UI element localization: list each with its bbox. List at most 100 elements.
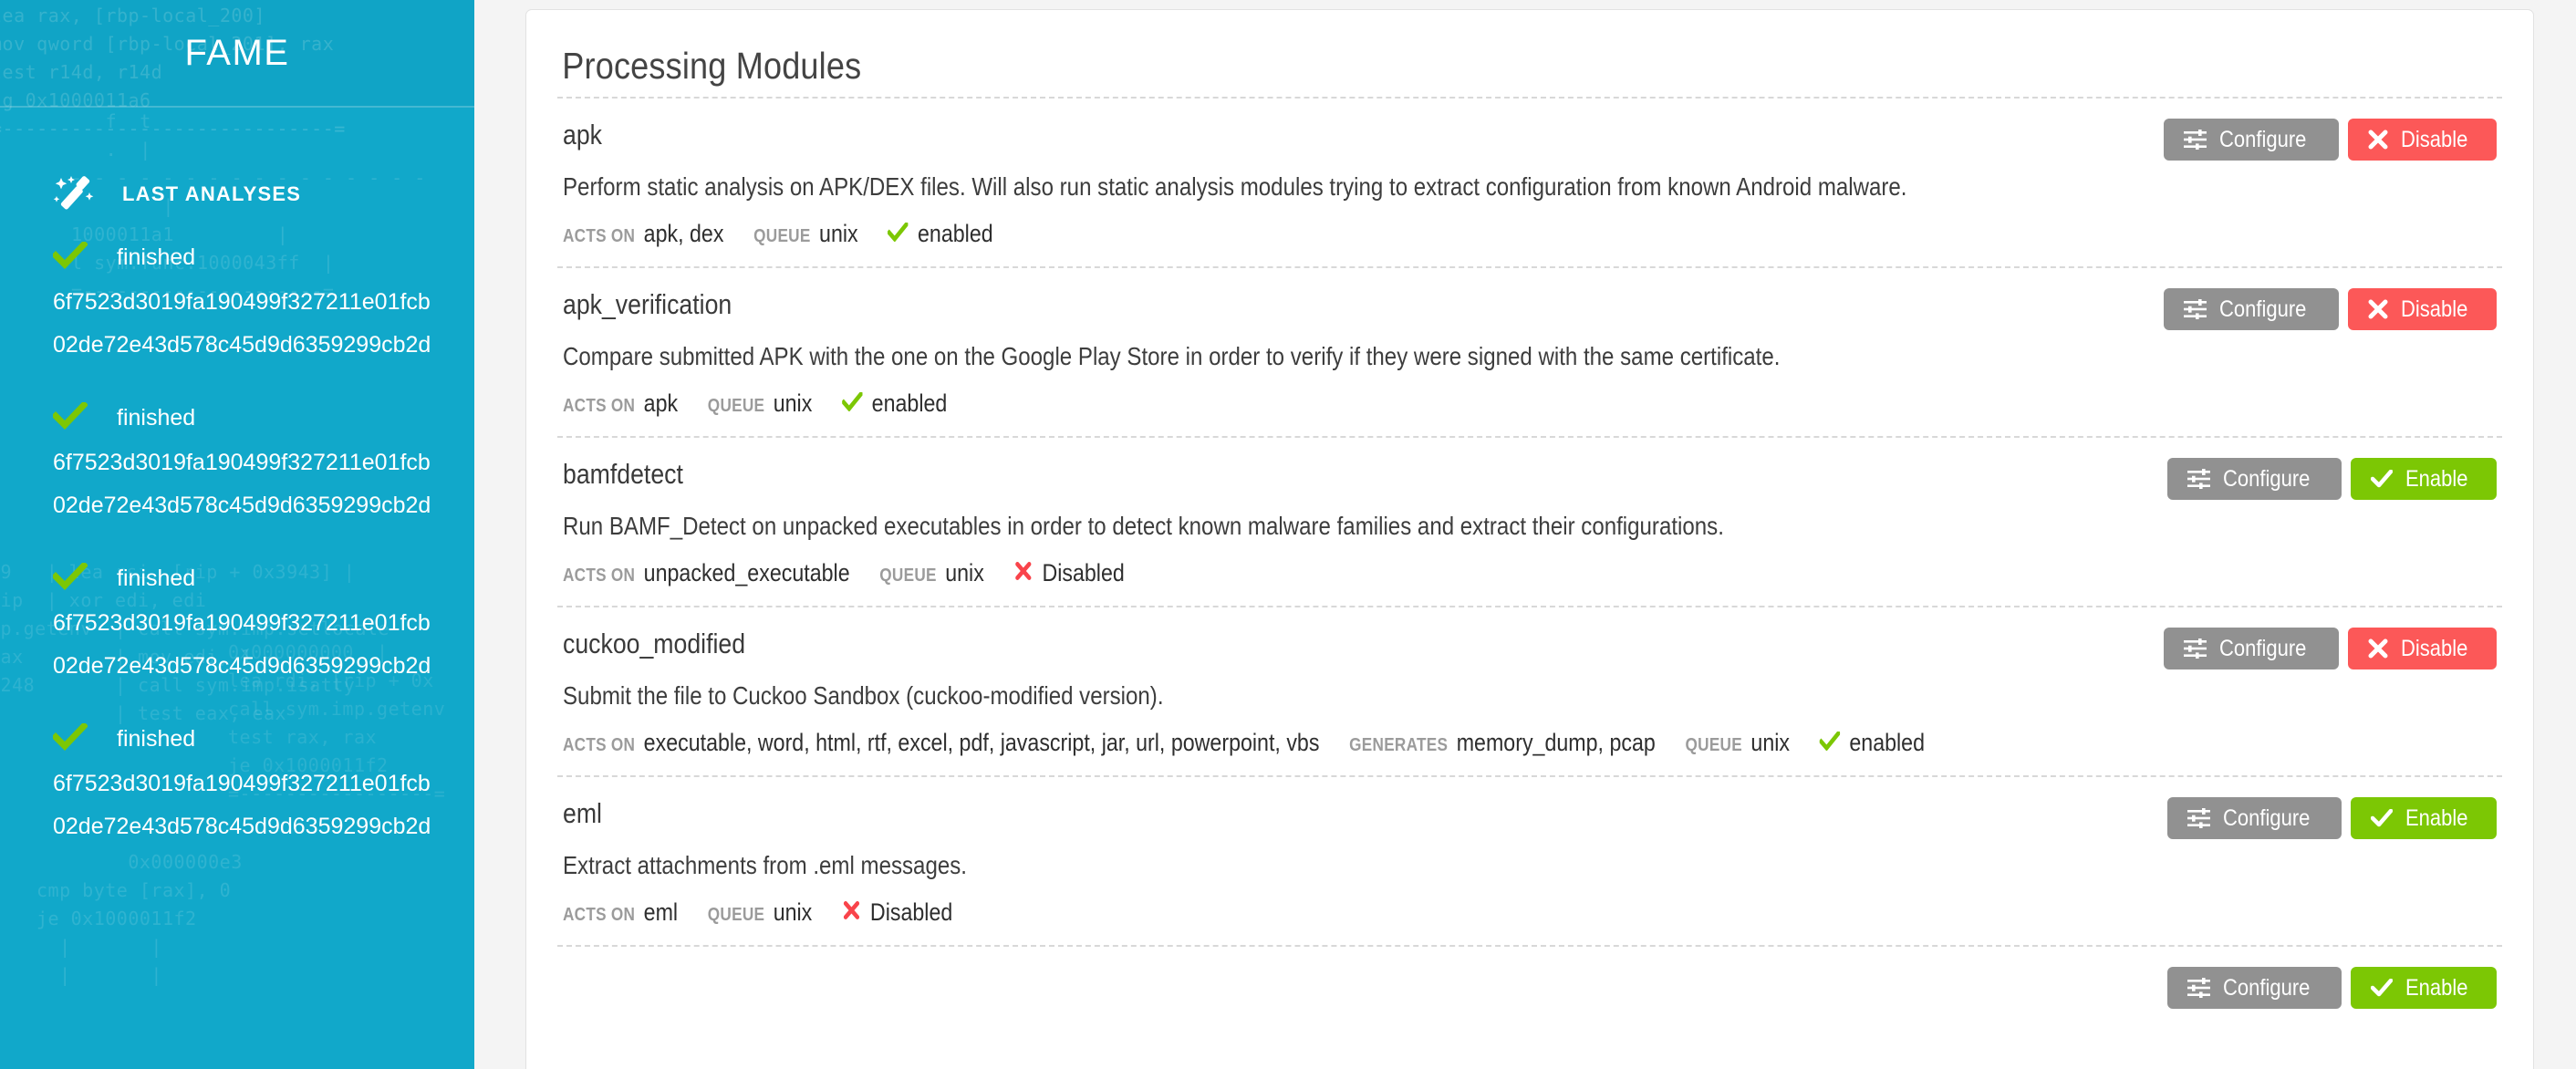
analysis-hash-line1: 6f7523d3019fa190499f327211e01fcb: [53, 289, 431, 315]
enable-button[interactable]: Enable: [2351, 967, 2497, 1009]
sidebar: lea rax, [rbp-local_200] mov qword [rbp-…: [0, 0, 474, 1069]
module-row: eml Extract attachments from .eml messag…: [557, 775, 2502, 945]
analysis-hash-line2: 02de72e43d578c45d9d6359299cb2d: [53, 653, 431, 679]
module-description: Compare submitted APK with the one on th…: [563, 342, 1781, 370]
list-item[interactable]: finished 6f7523d3019fa190499f327211e01fc…: [0, 697, 474, 857]
app-logo[interactable]: FAME: [0, 0, 474, 108]
configure-button[interactable]: Configure: [2164, 288, 2339, 330]
queue-label: QUEUE: [707, 396, 765, 416]
module-name: [563, 967, 2226, 1002]
queue-value: unix: [819, 220, 858, 247]
x-icon: [1013, 559, 1033, 587]
check-icon: [2371, 470, 2394, 488]
disable-button[interactable]: Disable: [2347, 628, 2497, 669]
acts-on-value: executable, word, html, rtf, excel, pdf,…: [643, 729, 1320, 756]
module-row: Configure Enable: [557, 945, 2502, 1049]
analysis-hash-line2: 02de72e43d578c45d9d6359299cb2d: [53, 814, 431, 839]
enable-button-label: Enable: [2405, 465, 2468, 492]
module-metadata: ACTS ON unpacked_executable QUEUE unix D…: [563, 559, 2226, 587]
module-name: cuckoo_modified: [563, 628, 746, 659]
sliders-icon: [2184, 299, 2207, 319]
analysis-hash-line1: 6f7523d3019fa190499f327211e01fcb: [53, 610, 431, 636]
module-description: Run BAMF_Detect on unpacked executables …: [563, 512, 1724, 540]
check-icon: [51, 239, 88, 274]
page-title: Processing Modules: [562, 45, 862, 87]
acts-on-label: ACTS ON: [563, 905, 636, 925]
module-row: cuckoo_modified Submit the file to Cucko…: [557, 606, 2502, 775]
queue-label: QUEUE: [753, 226, 811, 246]
x-icon: [2368, 299, 2388, 319]
queue-label: QUEUE: [707, 905, 765, 925]
configure-button-label: Configure: [2222, 804, 2311, 831]
module-description: Submit the file to Cuckoo Sandbox (cucko…: [563, 681, 1164, 710]
disable-button-label: Disable: [2400, 296, 2467, 322]
status-text: Disabled: [869, 898, 953, 926]
queue-label: QUEUE: [1685, 735, 1742, 755]
module-metadata: ACTS ON executable, word, html, rtf, exc…: [563, 729, 2226, 757]
list-item[interactable]: finished 6f7523d3019fa190499f327211e01fc…: [0, 376, 474, 536]
configure-button[interactable]: Configure: [2166, 967, 2342, 1009]
check-icon: [51, 400, 88, 434]
status-badge: enabled: [840, 389, 948, 418]
x-icon: [2368, 130, 2388, 150]
analysis-hash-line2: 02de72e43d578c45d9d6359299cb2d: [53, 332, 431, 358]
configure-button[interactable]: Configure: [2166, 458, 2342, 500]
status-badge: Disabled: [842, 898, 952, 927]
configure-button[interactable]: Configure: [2164, 119, 2339, 161]
disable-button[interactable]: Disable: [2347, 119, 2497, 161]
acts-on-value: apk: [643, 389, 679, 417]
configure-button[interactable]: Configure: [2164, 628, 2339, 669]
module-actions: Configure Disable: [2164, 119, 2497, 161]
status-badge: enabled: [887, 220, 993, 248]
module-actions: Configure Enable: [2166, 797, 2497, 839]
sliders-icon: [2184, 638, 2207, 659]
acts-on-value: apk, dex: [643, 220, 724, 247]
acts-on-label: ACTS ON: [563, 566, 636, 586]
analysis-hash-line1: 6f7523d3019fa190499f327211e01fcb: [53, 450, 431, 475]
status-text: enabled: [871, 389, 948, 417]
acts-on-label: ACTS ON: [563, 396, 636, 416]
status-text: Disabled: [1042, 559, 1125, 586]
check-icon: [2371, 809, 2394, 827]
list-item[interactable]: finished 6f7523d3019fa190499f327211e01fc…: [0, 215, 474, 376]
disable-button[interactable]: Disable: [2347, 288, 2497, 330]
enable-button[interactable]: Enable: [2351, 458, 2497, 500]
processing-modules-card: Processing Modules apk Perform static an…: [525, 9, 2534, 1069]
queue-value: unix: [773, 898, 813, 926]
module-name: eml: [563, 797, 602, 829]
configure-button-label: Configure: [2222, 974, 2311, 1001]
analysis-status: finished: [0, 560, 474, 597]
configure-button-label: Configure: [2219, 635, 2307, 661]
main-content: Processing Modules apk Perform static an…: [474, 0, 2576, 1069]
magic-wand-icon: [53, 174, 104, 214]
x-icon: [842, 898, 861, 927]
acts-on-label: ACTS ON: [563, 735, 636, 755]
generates-value: memory_dump, pcap: [1456, 729, 1656, 756]
analysis-status: finished: [0, 721, 474, 757]
list-item[interactable]: finished 6f7523d3019fa190499f327211e01fc…: [0, 536, 474, 697]
enable-button[interactable]: Enable: [2351, 797, 2497, 839]
analysis-hash-line1: 6f7523d3019fa190499f327211e01fcb: [53, 771, 431, 796]
module-metadata: ACTS ON eml QUEUE unix Disabled: [563, 898, 2226, 927]
queue-value: unix: [773, 389, 813, 417]
enable-button-label: Enable: [2405, 974, 2468, 1001]
acts-on-value: eml: [643, 898, 679, 926]
configure-button-label: Configure: [2219, 296, 2307, 322]
configure-button-label: Configure: [2219, 126, 2307, 152]
last-analyses-section: LAST ANALYSES finished 6f7523d3019fa1904…: [0, 173, 474, 857]
disable-button-label: Disable: [2400, 635, 2467, 661]
disable-button-label: Disable: [2400, 126, 2467, 152]
app-title: FAME: [184, 32, 290, 73]
module-row: apk_verification Compare submitted APK w…: [557, 266, 2502, 436]
acts-on-label: ACTS ON: [563, 226, 636, 246]
app-root: lea rax, [rbp-local_200] mov qword [rbp-…: [0, 0, 2576, 1069]
module-row: apk Perform static analysis on APK/DEX f…: [557, 97, 2502, 266]
module-actions: Configure Disable: [2164, 628, 2497, 669]
status-text: enabled: [1849, 729, 1926, 756]
configure-button[interactable]: Configure: [2166, 797, 2342, 839]
module-row: bamfdetect Run BAMF_Detect on unpacked e…: [557, 436, 2502, 606]
analysis-status: finished: [0, 239, 474, 275]
module-metadata: ACTS ON apk, dex QUEUE unix enabled: [563, 220, 2226, 248]
module-actions: Configure Enable: [2166, 458, 2497, 500]
module-name: apk_verification: [563, 288, 732, 320]
